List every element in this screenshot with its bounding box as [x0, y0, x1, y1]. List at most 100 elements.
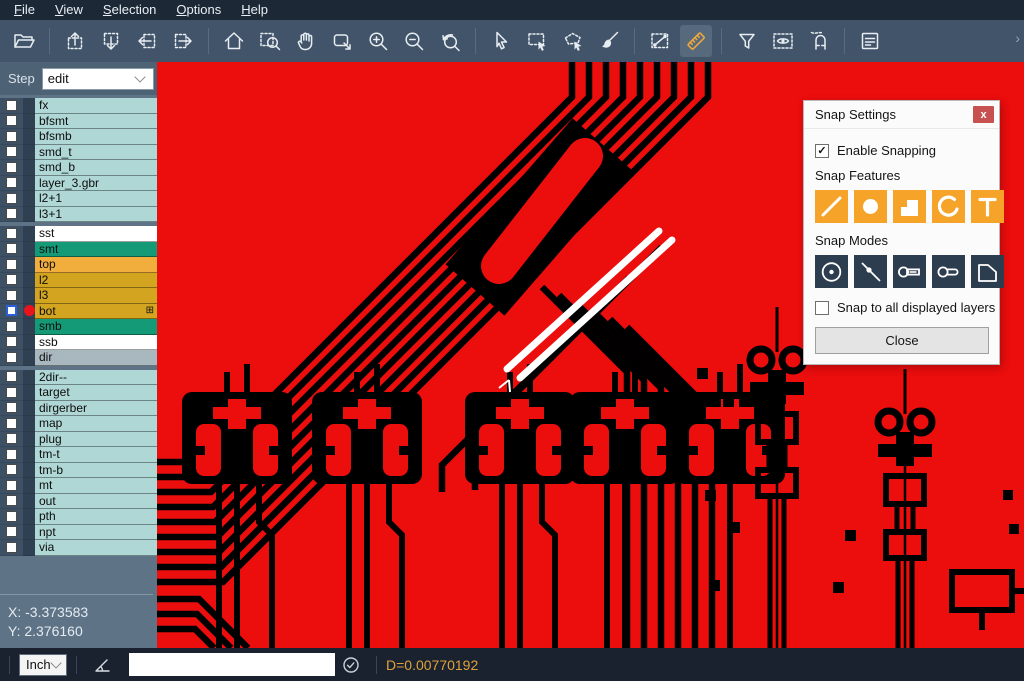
layer-row-fx[interactable]: fx: [0, 98, 157, 114]
layer-row-l2p1[interactable]: l2+1: [0, 191, 157, 207]
layer-row-bfsmt[interactable]: bfsmt: [0, 114, 157, 130]
report-list-button[interactable]: [854, 25, 886, 57]
pan-hand-button[interactable]: [290, 25, 322, 57]
enable-snapping-checkbox[interactable]: ✓: [815, 144, 829, 158]
snap-surface-button[interactable]: [893, 190, 926, 223]
snap-slot-outline-button[interactable]: [932, 255, 965, 288]
layer-row-map[interactable]: map: [0, 416, 157, 432]
layer-grid-icon[interactable]: ⊞: [146, 305, 154, 316]
layer-visibility-checkbox[interactable]: [6, 433, 17, 444]
select-pointer-button[interactable]: [485, 25, 517, 57]
layer-row-bot-active[interactable]: bot⊞: [0, 304, 157, 320]
zoom-window-button[interactable]: [254, 25, 286, 57]
layer-visibility-checkbox[interactable]: [6, 177, 17, 188]
select-rectangle-button[interactable]: [521, 25, 553, 57]
layer-visibility-checkbox[interactable]: [6, 352, 17, 363]
apply-measure-button[interactable]: [342, 656, 360, 674]
layer-visibility-checkbox[interactable]: [6, 100, 17, 111]
layer-visibility-checkbox[interactable]: [6, 321, 17, 332]
layer-visibility-checkbox[interactable]: [6, 228, 17, 239]
snap-settings-button[interactable]: [803, 25, 835, 57]
layer-visibility-checkbox[interactable]: [6, 131, 17, 142]
layer-visibility-checkbox[interactable]: [6, 259, 17, 270]
layer-row-bfsmb[interactable]: bfsmb: [0, 129, 157, 145]
layer-row-2dir[interactable]: 2dir--: [0, 370, 157, 386]
menu-help[interactable]: Help: [231, 0, 278, 20]
filter-button[interactable]: [731, 25, 763, 57]
layer-visibility-checkbox[interactable]: [6, 193, 17, 204]
step-select[interactable]: edit: [42, 68, 154, 90]
layer-visibility-checkbox[interactable]: [6, 290, 17, 301]
layer-visibility-checkbox[interactable]: [6, 146, 17, 157]
layer-visibility-checkbox[interactable]: [6, 511, 17, 522]
layer-row-pth[interactable]: pth: [0, 509, 157, 525]
layer-row-tm-b[interactable]: tm-b: [0, 463, 157, 479]
layer-row-out[interactable]: out: [0, 494, 157, 510]
close-button[interactable]: Close: [815, 327, 989, 354]
menu-file[interactable]: File: [4, 0, 45, 20]
layer-row-ssb[interactable]: ssb: [0, 335, 157, 351]
snap-arc-button[interactable]: [932, 190, 965, 223]
layer-visibility-checkbox[interactable]: [6, 243, 17, 254]
dialog-close-icon[interactable]: x: [973, 106, 994, 123]
layer-row-top[interactable]: top: [0, 257, 157, 273]
open-file-button[interactable]: [8, 25, 40, 57]
snap-text-button[interactable]: [971, 190, 1004, 223]
toolbar-overflow-chevron[interactable]: ›: [1015, 30, 1020, 46]
layer-visibility-checkbox[interactable]: [6, 402, 17, 413]
layer-row-smd_b[interactable]: smd_b: [0, 160, 157, 176]
zoom-in-button[interactable]: [362, 25, 394, 57]
layer-row-npt[interactable]: npt: [0, 525, 157, 541]
layer-visibility-checkbox[interactable]: [6, 387, 17, 398]
layer-row-mt[interactable]: mt: [0, 478, 157, 494]
snap-pad-button[interactable]: [854, 190, 887, 223]
layer-visibility-checkbox[interactable]: [6, 336, 17, 347]
layer-row-smd_t[interactable]: smd_t: [0, 145, 157, 161]
layer-visibility-checkbox[interactable]: [6, 274, 17, 285]
snap-slot-filled-button[interactable]: [893, 255, 926, 288]
layer-row-smt[interactable]: smt: [0, 242, 157, 258]
layer-row-tm-t[interactable]: tm-t: [0, 447, 157, 463]
layer-visibility-checkbox[interactable]: [6, 162, 17, 173]
zoom-out-button[interactable]: [398, 25, 430, 57]
active-layer-checkbox[interactable]: [6, 305, 17, 316]
layer-visibility-checkbox[interactable]: [6, 495, 17, 506]
layer-visibility-checkbox[interactable]: [6, 418, 17, 429]
pan-left-button[interactable]: [131, 25, 163, 57]
snap-corner-button[interactable]: [971, 255, 1004, 288]
pan-up-button[interactable]: [59, 25, 91, 57]
layer-visibility-checkbox[interactable]: [6, 464, 17, 475]
menu-selection[interactable]: Selection: [93, 0, 166, 20]
layer-visibility-checkbox[interactable]: [6, 371, 17, 382]
ruler-measure-button[interactable]: [680, 25, 712, 57]
menu-view[interactable]: View: [45, 0, 93, 20]
pan-right-button[interactable]: [167, 25, 199, 57]
layer-visibility-checkbox[interactable]: [6, 542, 17, 553]
layer-row-via[interactable]: via: [0, 540, 157, 556]
snap-all-layers-row[interactable]: Snap to all displayed layers: [815, 300, 989, 315]
snap-line-button[interactable]: [815, 190, 848, 223]
enable-snapping-row[interactable]: ✓ Enable Snapping: [815, 143, 989, 158]
measure-distance-button[interactable]: [644, 25, 676, 57]
zoom-fit-home-button[interactable]: [218, 25, 250, 57]
measure-input[interactable]: [129, 653, 335, 676]
angle-mode-button[interactable]: [93, 656, 113, 674]
layer-visibility-checkbox[interactable]: [6, 480, 17, 491]
layer-row-dir[interactable]: dir: [0, 350, 157, 366]
layer-row-smb[interactable]: smb: [0, 319, 157, 335]
layer-visibility-checkbox[interactable]: [6, 208, 17, 219]
snap-midpoint-button[interactable]: [854, 255, 887, 288]
layer-row-l2[interactable]: l2: [0, 273, 157, 289]
brush-select-button[interactable]: [593, 25, 625, 57]
dialog-titlebar[interactable]: Snap Settings x: [804, 101, 999, 129]
zoom-selection-button[interactable]: [326, 25, 358, 57]
layer-visibility-checkbox[interactable]: [6, 449, 17, 460]
layer-row-dirgerber[interactable]: dirgerber: [0, 401, 157, 417]
layer-visibility-checkbox[interactable]: [6, 115, 17, 126]
pan-down-button[interactable]: [95, 25, 127, 57]
layer-row-layer_3[interactable]: layer_3.gbr: [0, 176, 157, 192]
layer-visibility-checkbox[interactable]: [6, 526, 17, 537]
layer-row-target[interactable]: target: [0, 385, 157, 401]
layer-row-sst[interactable]: sst: [0, 226, 157, 242]
zoom-previous-button[interactable]: [434, 25, 466, 57]
